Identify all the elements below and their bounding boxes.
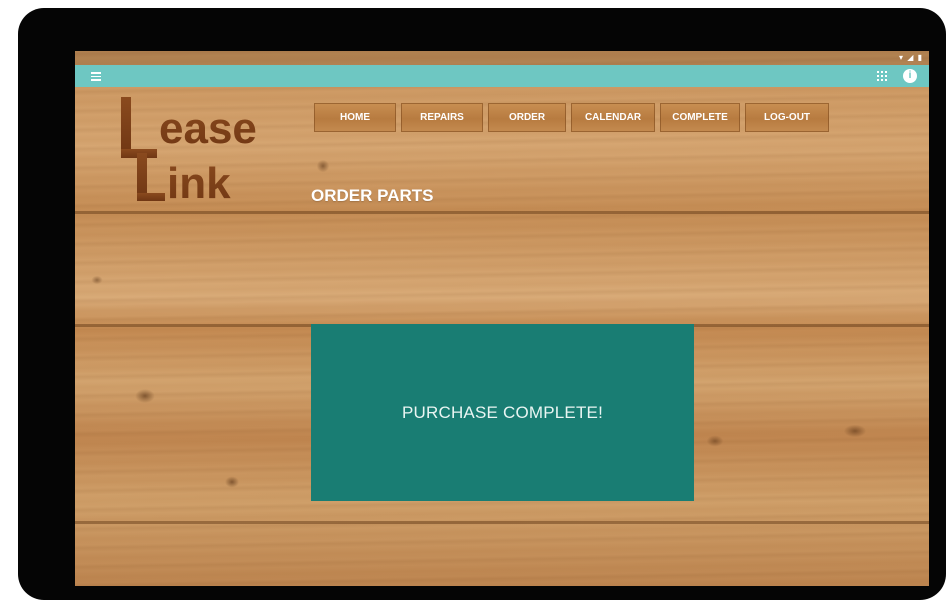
nav-logout-button[interactable]: LOG-OUT	[745, 103, 829, 132]
nav-order-button[interactable]: ORDER	[488, 103, 566, 132]
page-title: ORDER PARTS	[311, 186, 434, 205]
status-icons: ▾ ◢ ▮	[898, 53, 923, 62]
tablet-frame: ▾ ◢ ▮ i ease ink HOME REPAIRS ORDER CALE…	[18, 8, 946, 600]
nav-complete-button[interactable]: COMPLETE	[660, 103, 740, 132]
nav-repairs-button[interactable]: REPAIRS	[401, 103, 483, 132]
info-icon[interactable]: i	[903, 69, 917, 83]
nav-home-button[interactable]: HOME	[314, 103, 396, 132]
lease-link-logo: ease ink	[115, 95, 275, 205]
wood-grain-line	[75, 521, 929, 524]
nav-calendar-button[interactable]: CALENDAR	[571, 103, 655, 132]
menu-icon[interactable]	[91, 72, 101, 81]
logo-text-ease: ease	[159, 104, 257, 153]
app-screen: ▾ ◢ ▮ i ease ink HOME REPAIRS ORDER CALE…	[75, 51, 929, 586]
grid-icon[interactable]	[877, 71, 887, 81]
app-bar: i	[75, 65, 929, 87]
purchase-complete-panel: PURCHASE COMPLETE!	[311, 324, 694, 501]
wood-grain-line	[75, 211, 929, 214]
main-nav: HOME REPAIRS ORDER CALENDAR COMPLETE LOG…	[314, 103, 834, 132]
logo-text-ink: ink	[167, 159, 231, 205]
purchase-complete-message: PURCHASE COMPLETE!	[401, 402, 604, 422]
status-bar: ▾ ◢ ▮	[75, 51, 929, 65]
